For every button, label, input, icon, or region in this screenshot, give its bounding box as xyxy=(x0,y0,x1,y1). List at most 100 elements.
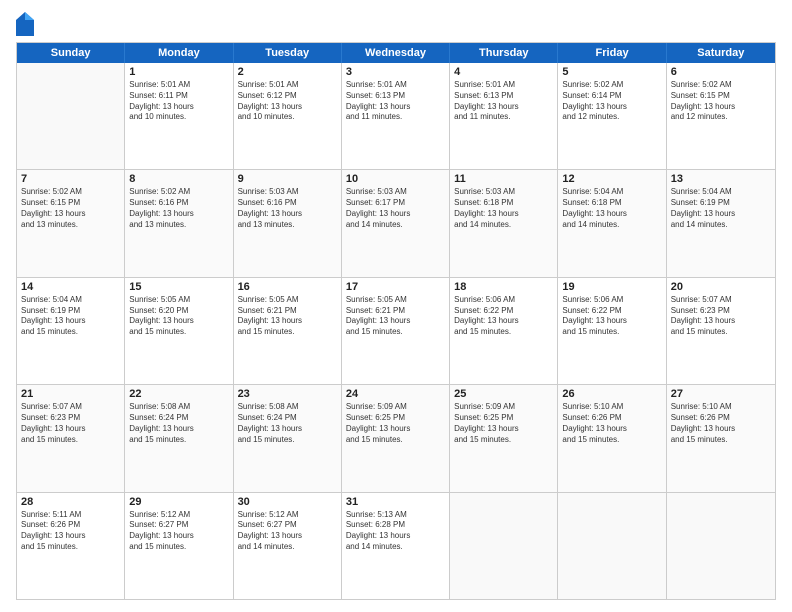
calendar-header: SundayMondayTuesdayWednesdayThursdayFrid… xyxy=(17,43,775,63)
day-info: Sunrise: 5:07 AM Sunset: 6:23 PM Dayligh… xyxy=(671,295,771,338)
day-cell-27: 27Sunrise: 5:10 AM Sunset: 6:26 PM Dayli… xyxy=(667,385,775,491)
day-cell-16: 16Sunrise: 5:05 AM Sunset: 6:21 PM Dayli… xyxy=(234,278,342,384)
day-info: Sunrise: 5:04 AM Sunset: 6:18 PM Dayligh… xyxy=(562,187,661,230)
day-info: Sunrise: 5:02 AM Sunset: 6:15 PM Dayligh… xyxy=(21,187,120,230)
day-number: 25 xyxy=(454,388,553,400)
weekday-header-sunday: Sunday xyxy=(17,43,125,63)
empty-cell xyxy=(667,493,775,599)
day-number: 12 xyxy=(562,173,661,185)
day-number: 17 xyxy=(346,281,445,293)
day-cell-28: 28 Sunrise: 5:11 AM Sunset: 6:26 PM Dayli… xyxy=(17,493,125,599)
day-cell-18: 18 Sunrise: 5:06 AM Sunset: 6:22 PM Dayli… xyxy=(450,278,558,384)
day-number: 26 xyxy=(562,388,661,400)
day-info: Sunrise: 5:05 AM Sunset: 6:21 PM Dayligh… xyxy=(238,295,337,338)
weekday-header-friday: Friday xyxy=(558,43,666,63)
day-number: 14 xyxy=(21,281,120,293)
day-number: 27 xyxy=(671,388,771,400)
day-cell-15: 15Sunrise: 5:05 AM Sunset: 6:20 PM Dayli… xyxy=(125,278,233,384)
day-info: Sunrise: 5:12 AM Sunset: 6:27 PM Dayligh… xyxy=(129,510,228,553)
day-cell-20: 20 Sunrise: 5:07 AM Sunset: 6:23 PM Dayli… xyxy=(667,278,775,384)
day-info: Sunrise: 5:02 AM Sunset: 6:14 PM Dayligh… xyxy=(562,80,661,123)
day-info: Sunrise: 5:03 AM Sunset: 6:17 PM Dayligh… xyxy=(346,187,445,230)
day-cell-6: 6 Sunrise: 5:02 AM Sunset: 6:15 PM Daylig… xyxy=(667,63,775,169)
day-info: Sunrise: 5:01 AM Sunset: 6:12 PM Dayligh… xyxy=(238,80,337,123)
day-info: Sunrise: 5:08 AM Sunset: 6:24 PM Dayligh… xyxy=(129,402,228,445)
day-info: Sunrise: 5:01 AM Sunset: 6:13 PM Dayligh… xyxy=(346,80,445,123)
weekday-header-tuesday: Tuesday xyxy=(234,43,342,63)
day-cell-22: 22 Sunrise: 5:08 AM Sunset: 6:24 PM Dayli… xyxy=(125,385,233,491)
day-info: Sunrise: 5:04 AM Sunset: 6:19 PM Dayligh… xyxy=(21,295,120,338)
day-number: 18 xyxy=(454,281,553,293)
day-cell-5: 5 Sunrise: 5:02 AM Sunset: 6:14 PM Daylig… xyxy=(558,63,666,169)
calendar-row-2: 7 Sunrise: 5:02 AM Sunset: 6:15 PM Daylig… xyxy=(17,170,775,277)
weekday-header-monday: Monday xyxy=(125,43,233,63)
day-cell-11: 11 Sunrise: 5:03 AM Sunset: 6:18 PM Dayli… xyxy=(450,170,558,276)
day-info: Sunrise: 5:09 AM Sunset: 6:25 PM Dayligh… xyxy=(346,402,445,445)
day-cell-4: 4Sunrise: 5:01 AM Sunset: 6:13 PM Daylig… xyxy=(450,63,558,169)
day-info: Sunrise: 5:13 AM Sunset: 6:28 PM Dayligh… xyxy=(346,510,445,553)
day-cell-9: 9 Sunrise: 5:03 AM Sunset: 6:16 PM Daylig… xyxy=(234,170,342,276)
day-number: 11 xyxy=(454,173,553,185)
calendar-row-1: 1 Sunrise: 5:01 AM Sunset: 6:11 PM Daylig… xyxy=(17,63,775,170)
day-cell-10: 10 Sunrise: 5:03 AM Sunset: 6:17 PM Dayli… xyxy=(342,170,450,276)
day-number: 19 xyxy=(562,281,661,293)
day-info: Sunrise: 5:06 AM Sunset: 6:22 PM Dayligh… xyxy=(562,295,661,338)
empty-cell xyxy=(450,493,558,599)
day-cell-23: 23Sunrise: 5:08 AM Sunset: 6:24 PM Dayli… xyxy=(234,385,342,491)
day-number: 28 xyxy=(21,496,120,508)
weekday-header-thursday: Thursday xyxy=(450,43,558,63)
day-info: Sunrise: 5:09 AM Sunset: 6:25 PM Dayligh… xyxy=(454,402,553,445)
day-cell-7: 7 Sunrise: 5:02 AM Sunset: 6:15 PM Daylig… xyxy=(17,170,125,276)
day-number: 22 xyxy=(129,388,228,400)
day-info: Sunrise: 5:08 AM Sunset: 6:24 PM Dayligh… xyxy=(238,402,337,445)
calendar-row-4: 21Sunrise: 5:07 AM Sunset: 6:23 PM Dayli… xyxy=(17,385,775,492)
day-cell-12: 12 Sunrise: 5:04 AM Sunset: 6:18 PM Dayli… xyxy=(558,170,666,276)
day-number: 15 xyxy=(129,281,228,293)
day-cell-21: 21Sunrise: 5:07 AM Sunset: 6:23 PM Dayli… xyxy=(17,385,125,491)
day-info: Sunrise: 5:03 AM Sunset: 6:18 PM Dayligh… xyxy=(454,187,553,230)
day-info: Sunrise: 5:12 AM Sunset: 6:27 PM Dayligh… xyxy=(238,510,337,553)
day-info: Sunrise: 5:04 AM Sunset: 6:19 PM Dayligh… xyxy=(671,187,771,230)
calendar: SundayMondayTuesdayWednesdayThursdayFrid… xyxy=(16,42,776,600)
logo-icon xyxy=(16,12,34,36)
day-info: Sunrise: 5:01 AM Sunset: 6:11 PM Dayligh… xyxy=(129,80,228,123)
weekday-header-saturday: Saturday xyxy=(667,43,775,63)
day-number: 20 xyxy=(671,281,771,293)
day-info: Sunrise: 5:01 AM Sunset: 6:13 PM Dayligh… xyxy=(454,80,553,123)
day-number: 21 xyxy=(21,388,120,400)
day-cell-31: 31 Sunrise: 5:13 AM Sunset: 6:28 PM Dayli… xyxy=(342,493,450,599)
day-number: 8 xyxy=(129,173,228,185)
day-number: 31 xyxy=(346,496,445,508)
day-info: Sunrise: 5:03 AM Sunset: 6:16 PM Dayligh… xyxy=(238,187,337,230)
day-number: 9 xyxy=(238,173,337,185)
logo xyxy=(16,12,38,36)
day-number: 1 xyxy=(129,66,228,78)
day-number: 10 xyxy=(346,173,445,185)
day-info: Sunrise: 5:06 AM Sunset: 6:22 PM Dayligh… xyxy=(454,295,553,338)
calendar-body: 1 Sunrise: 5:01 AM Sunset: 6:11 PM Daylig… xyxy=(17,63,775,599)
day-number: 5 xyxy=(562,66,661,78)
day-cell-13: 13Sunrise: 5:04 AM Sunset: 6:19 PM Dayli… xyxy=(667,170,775,276)
day-cell-25: 25 Sunrise: 5:09 AM Sunset: 6:25 PM Dayli… xyxy=(450,385,558,491)
weekday-header-wednesday: Wednesday xyxy=(342,43,450,63)
day-number: 2 xyxy=(238,66,337,78)
day-cell-14: 14 Sunrise: 5:04 AM Sunset: 6:19 PM Dayli… xyxy=(17,278,125,384)
day-cell-24: 24 Sunrise: 5:09 AM Sunset: 6:25 PM Dayli… xyxy=(342,385,450,491)
day-info: Sunrise: 5:02 AM Sunset: 6:16 PM Dayligh… xyxy=(129,187,228,230)
calendar-row-5: 28 Sunrise: 5:11 AM Sunset: 6:26 PM Dayli… xyxy=(17,493,775,599)
day-cell-30: 30 Sunrise: 5:12 AM Sunset: 6:27 PM Dayli… xyxy=(234,493,342,599)
day-number: 29 xyxy=(129,496,228,508)
day-cell-29: 29 Sunrise: 5:12 AM Sunset: 6:27 PM Dayli… xyxy=(125,493,233,599)
day-info: Sunrise: 5:02 AM Sunset: 6:15 PM Dayligh… xyxy=(671,80,771,123)
day-info: Sunrise: 5:11 AM Sunset: 6:26 PM Dayligh… xyxy=(21,510,120,553)
empty-cell xyxy=(558,493,666,599)
day-number: 6 xyxy=(671,66,771,78)
day-number: 30 xyxy=(238,496,337,508)
day-cell-19: 19 Sunrise: 5:06 AM Sunset: 6:22 PM Dayli… xyxy=(558,278,666,384)
day-cell-8: 8 Sunrise: 5:02 AM Sunset: 6:16 PM Daylig… xyxy=(125,170,233,276)
day-number: 24 xyxy=(346,388,445,400)
empty-cell xyxy=(17,63,125,169)
day-info: Sunrise: 5:10 AM Sunset: 6:26 PM Dayligh… xyxy=(562,402,661,445)
day-number: 7 xyxy=(21,173,120,185)
day-cell-17: 17Sunrise: 5:05 AM Sunset: 6:21 PM Dayli… xyxy=(342,278,450,384)
